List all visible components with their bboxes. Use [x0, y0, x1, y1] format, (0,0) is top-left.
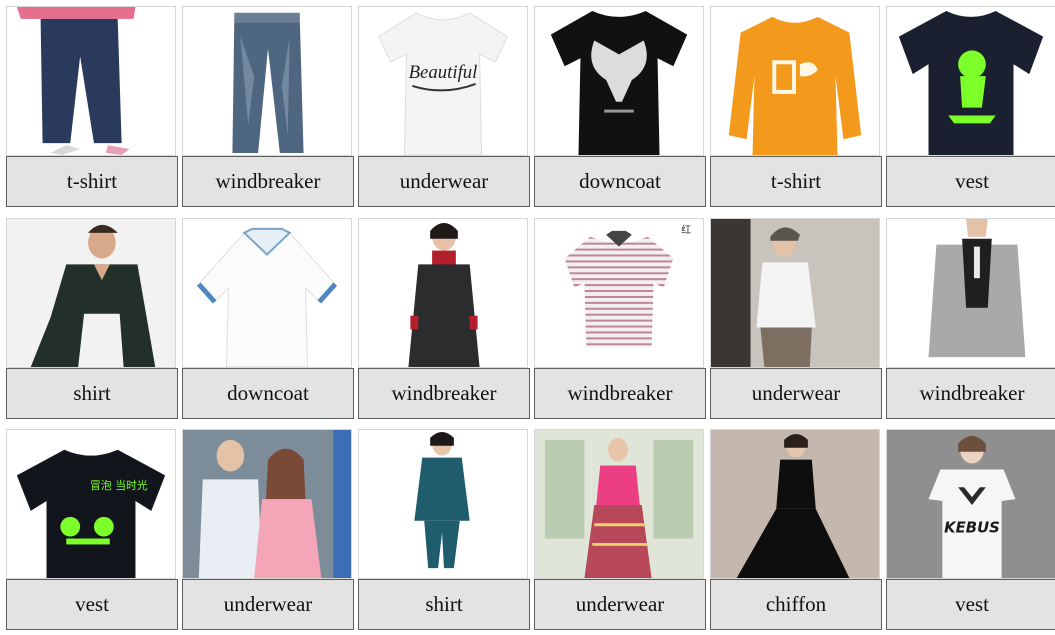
product-label: windbreaker	[886, 368, 1055, 419]
product-tile[interactable]: underwear	[534, 429, 706, 635]
product-label: t-shirt	[6, 156, 178, 207]
product-image	[886, 6, 1055, 156]
grid-row-2: shirt downcoat windbreaker 红 windbreaker…	[6, 218, 1055, 424]
product-tile[interactable]: t-shirt	[710, 6, 882, 212]
product-image	[6, 6, 176, 156]
product-label: downcoat	[534, 156, 706, 207]
grid-row-1: t-shirt windbreaker Beautiful underwear …	[6, 6, 1055, 212]
product-image	[710, 429, 880, 579]
product-label: windbreaker	[534, 368, 706, 419]
product-label: windbreaker	[358, 368, 530, 419]
product-image	[182, 6, 352, 156]
product-tile[interactable]: windbreaker	[358, 218, 530, 424]
product-label: vest	[6, 579, 178, 630]
product-label: shirt	[6, 368, 178, 419]
product-image: 红	[534, 218, 704, 368]
product-tile[interactable]: 红 windbreaker	[534, 218, 706, 424]
product-tile[interactable]: downcoat	[182, 218, 354, 424]
product-label: t-shirt	[710, 156, 882, 207]
svg-text:红: 红	[681, 223, 691, 236]
product-tile[interactable]: t-shirt	[6, 6, 178, 212]
shirt-print-text: KEBUS	[944, 520, 1000, 537]
product-label: vest	[886, 156, 1055, 207]
product-label: underwear	[358, 156, 530, 207]
product-tile[interactable]: Beautiful underwear	[358, 6, 530, 212]
product-image	[6, 218, 176, 368]
product-tile[interactable]: windbreaker	[886, 218, 1055, 424]
product-image	[534, 429, 704, 579]
svg-text:冒泡 当时光: 冒泡 当时光	[90, 478, 148, 492]
product-label: vest	[886, 579, 1055, 630]
product-tile[interactable]: shirt	[6, 218, 178, 424]
product-tile[interactable]: underwear	[710, 218, 882, 424]
product-image: KEBUS	[886, 429, 1055, 579]
product-image	[710, 218, 880, 368]
product-tile[interactable]: shirt	[358, 429, 530, 635]
product-image: 冒泡 当时光	[6, 429, 176, 579]
product-image	[534, 6, 704, 156]
product-label: chiffon	[710, 579, 882, 630]
product-image: Beautiful	[358, 6, 528, 156]
product-image	[182, 429, 352, 579]
product-image	[182, 218, 352, 368]
product-image	[710, 6, 880, 156]
product-label: underwear	[710, 368, 882, 419]
product-label: underwear	[182, 579, 354, 630]
product-tile[interactable]: 冒泡 当时光 vest	[6, 429, 178, 635]
product-image	[358, 218, 528, 368]
product-tile[interactable]: underwear	[182, 429, 354, 635]
product-label: underwear	[534, 579, 706, 630]
grid-row-3: 冒泡 当时光 vest underwear shirt underwear ch…	[6, 429, 1055, 635]
product-label: shirt	[358, 579, 530, 630]
product-tile[interactable]: chiffon	[710, 429, 882, 635]
product-tile[interactable]: vest	[886, 6, 1055, 212]
product-label: windbreaker	[182, 156, 354, 207]
product-tile[interactable]: downcoat	[534, 6, 706, 212]
product-tile[interactable]: KEBUS vest	[886, 429, 1055, 635]
product-image	[358, 429, 528, 579]
product-image	[886, 218, 1055, 368]
product-label: downcoat	[182, 368, 354, 419]
shirt-print-text: Beautiful	[409, 62, 478, 83]
product-tile[interactable]: windbreaker	[182, 6, 354, 212]
